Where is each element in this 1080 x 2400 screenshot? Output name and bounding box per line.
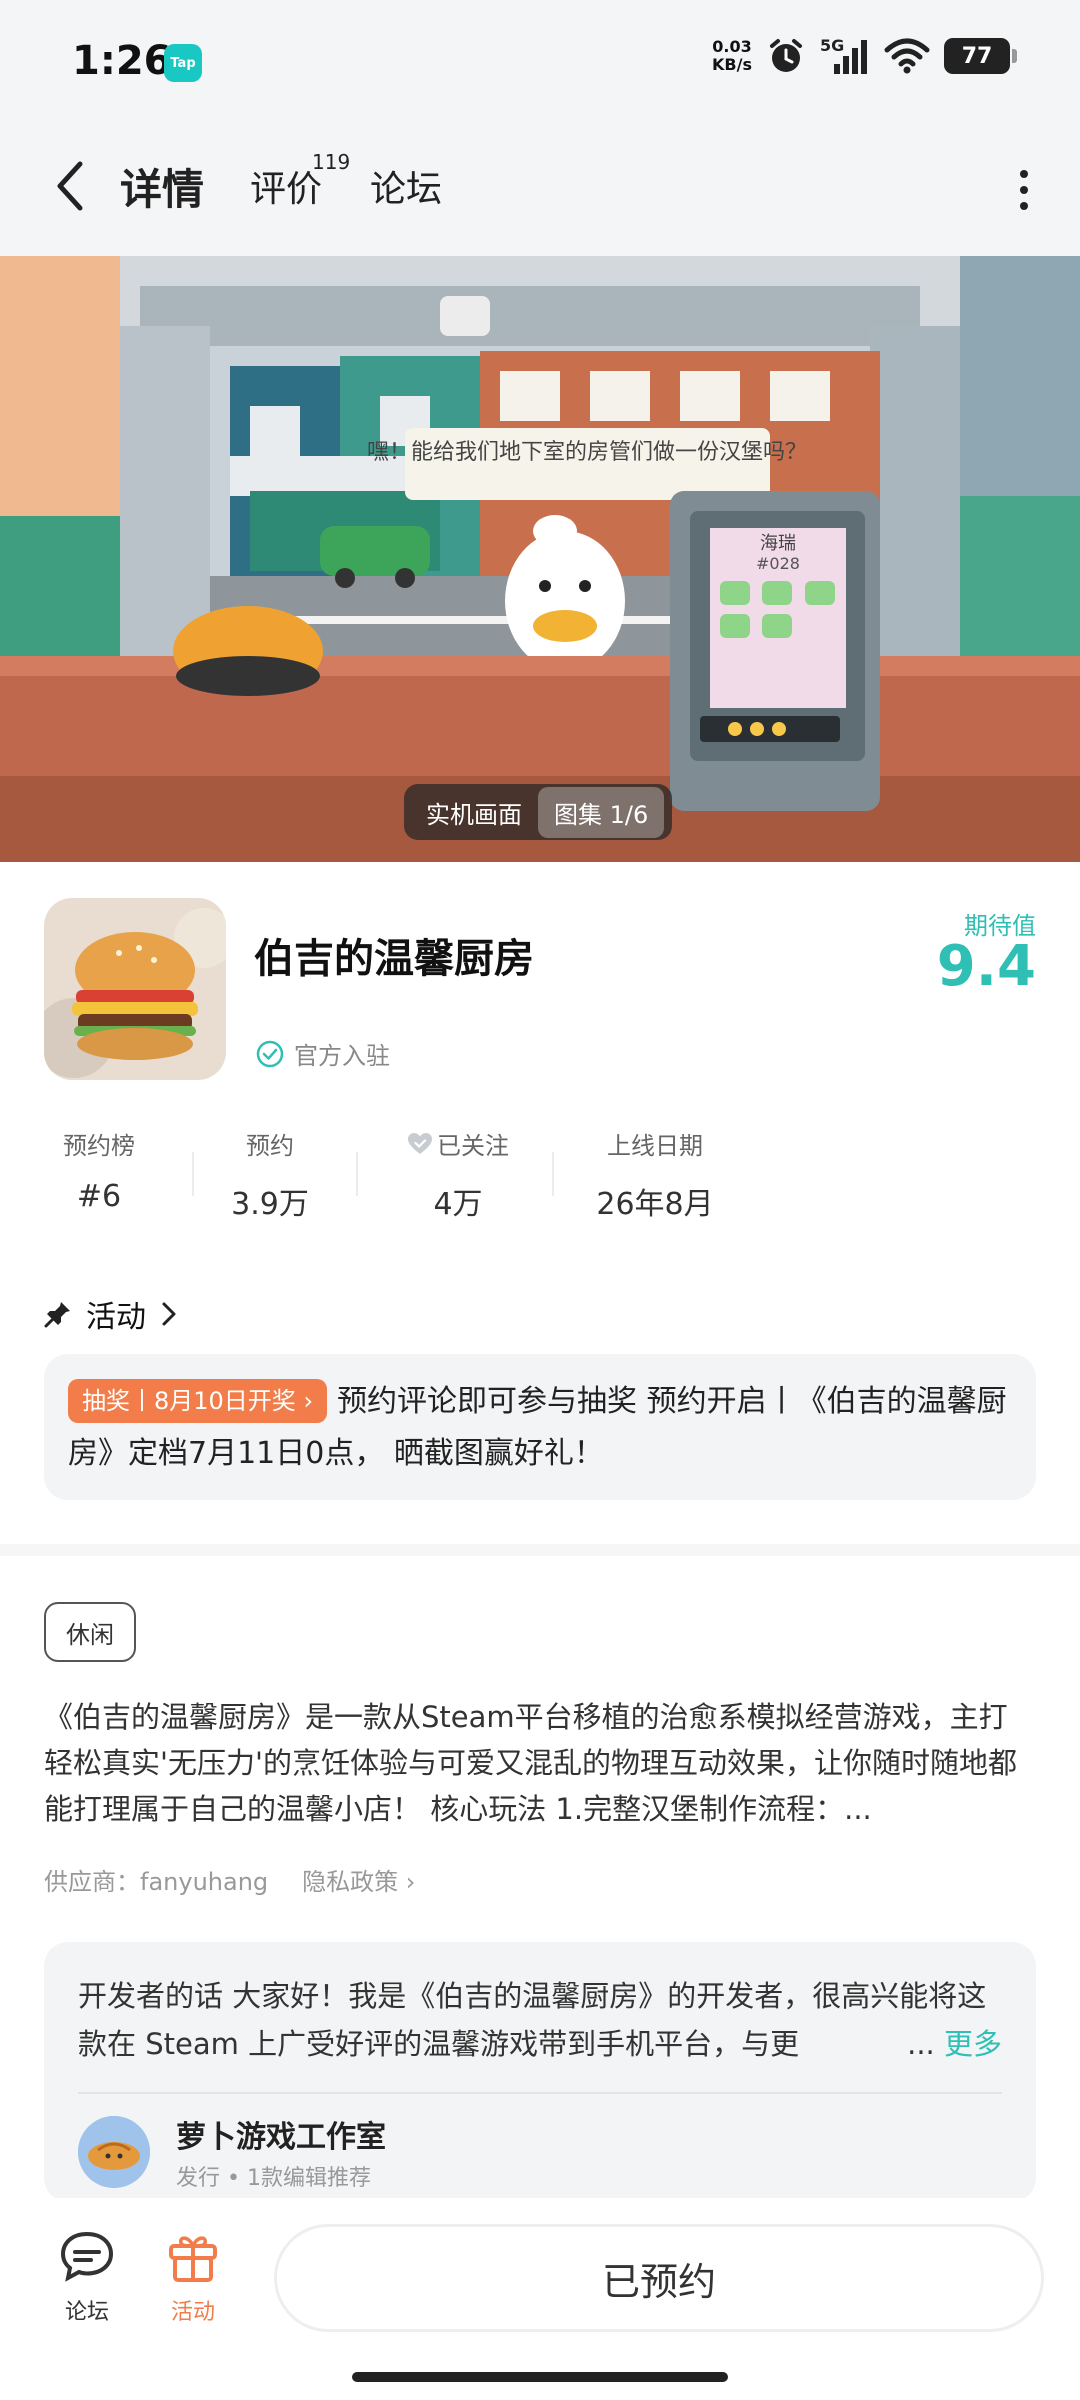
more-dot-icon (1020, 202, 1028, 210)
studio-avatar[interactable] (78, 2116, 150, 2188)
privacy-policy-label: 隐私政策 (302, 1868, 399, 1896)
stat-ranking-key: 预约榜 (63, 1132, 135, 1160)
official-badge: 官方入驻 (256, 1036, 390, 1071)
stat-reservations: 预约 3.9万 (220, 1126, 320, 1223)
bottom-forum-button[interactable]: 论坛 (42, 2228, 132, 2326)
tab-reviews-label: 评价 (250, 169, 323, 210)
lottery-tag-label: 抽奖丨8月10日开奖 (82, 1387, 296, 1415)
wifi-icon (884, 38, 930, 74)
genre-tag[interactable]: 休闲 (44, 1602, 136, 1662)
privacy-policy-link[interactable]: 隐私政策 › (302, 1862, 415, 1897)
game-description[interactable]: 《伯吉的温馨厨房》是一款从Steam平台移植的治愈系模拟经营游戏，主打轻松真实'… (44, 1694, 1036, 1832)
game-app-icon (44, 898, 226, 1080)
developer-more[interactable]: ... 更多 (901, 2020, 1002, 2068)
developer-words-text: 开发者的话 大家好！我是《伯吉的温馨厨房》的开发者，很高兴能将这款在 Steam… (78, 1979, 987, 2061)
home-indicator[interactable] (352, 2372, 728, 2382)
net-speed-value: 0.03 (712, 37, 752, 56)
stat-followers-label: 已关注 (437, 1132, 509, 1160)
verified-check-icon (256, 1040, 284, 1067)
net-speed-unit: KB/s (712, 55, 752, 74)
hero-screenshot[interactable]: 嘿！能给我们地下室的房管们做一份汉堡吗？ 海瑞 #028 实机画面 图集 1/6 (0, 256, 1080, 862)
ellipsis: ... (907, 2027, 935, 2061)
stat-followers-value: 4万 (433, 1187, 483, 1222)
bottom-action-bar: 论坛 活动 已预约 (0, 2198, 1080, 2400)
chevron-right-icon (162, 1302, 176, 1326)
activity-header[interactable]: 活动 (44, 1292, 178, 1336)
tab-details-label: 详情 (120, 165, 205, 214)
stat-ranking-value: #6 (76, 1179, 122, 1214)
chevron-right-icon: › (303, 1387, 314, 1415)
croissant-icon (78, 2116, 150, 2188)
activity-header-label: 活动 (86, 1300, 146, 1335)
activity-card[interactable]: 抽奖丨8月10日开奖 › 预约评论即可参与抽奖 预约开启丨《伯吉的温馨厨房》定档7… (44, 1354, 1036, 1500)
more-link[interactable]: 更多 (944, 2027, 1002, 2061)
studio-subtitle: 发行 • 1款编辑推荐 (176, 2166, 371, 2191)
speech-bubble-text: 嘿！能给我们地下室的房管们做一份汉堡吗？ (367, 440, 807, 465)
stat-release-key: 上线日期 (607, 1132, 703, 1160)
alarm-icon (770, 39, 802, 72)
stat-followers-key: 已关注 (398, 1126, 518, 1161)
divider (192, 1152, 194, 1196)
status-bar: 1:26 Tap 0.03 KB/s 5G 77 (0, 0, 1080, 120)
expectation-score: 9.4 (936, 934, 1036, 999)
divider (552, 1152, 554, 1196)
lottery-tag[interactable]: 抽奖丨8月10日开奖 › (68, 1379, 328, 1423)
forum-label: 论坛 (64, 2300, 109, 2325)
screen-title: 海瑞 (760, 533, 796, 554)
divider (356, 1152, 358, 1196)
live-footage-label[interactable]: 实机画面 (426, 795, 522, 830)
tab-details[interactable]: 详情 (116, 156, 209, 219)
cellular-signal-icon: 5G (820, 36, 870, 76)
stat-reservations-key: 预约 (246, 1132, 294, 1160)
game-title: 伯吉的温馨厨房 (254, 936, 534, 982)
supplier-row: 供应商：fanyuhang 隐私政策 › (44, 1862, 415, 1897)
game-screenshot-illustration: 嘿！能给我们地下室的房管们做一份汉堡吗？ 海瑞 #028 (0, 256, 1080, 862)
more-options-button[interactable] (994, 160, 1054, 220)
more-dot-icon (1020, 186, 1028, 194)
chevron-left-icon (57, 161, 83, 211)
pin-icon (44, 1302, 70, 1328)
stat-ranking[interactable]: 预约榜 #6 (44, 1126, 154, 1214)
studio-row[interactable]: 萝卜游戏工作室 发行 • 1款编辑推荐 (78, 2112, 1002, 2192)
stat-reservations-value: 3.9万 (231, 1187, 309, 1222)
tab-forum-label: 论坛 (370, 169, 443, 210)
developer-card[interactable]: 开发者的话 大家好！我是《伯吉的温馨厨房》的开发者，很高兴能将这款在 Steam… (44, 1942, 1036, 2202)
stat-release-date: 上线日期 26年8月 (590, 1126, 720, 1223)
burger-icon (44, 898, 226, 1080)
forum-chat-icon (60, 2231, 114, 2282)
battery-indicator: 77 (944, 38, 1017, 74)
game-stats: 预约榜 #6 预约 3.9万 已关注 4万 上线日期 26年8月 (44, 1126, 744, 1226)
status-indicators: 0.03 KB/s 5G 77 (712, 36, 1017, 76)
more-dot-icon (1020, 170, 1028, 178)
activity-label: 活动 (170, 2300, 215, 2325)
stat-followers[interactable]: 已关注 4万 (398, 1126, 518, 1223)
section-separator (0, 1544, 1080, 1556)
gallery-counter[interactable]: 图集 1/6 (538, 786, 665, 838)
supplier-text: 供应商：fanyuhang (44, 1868, 269, 1896)
bottom-activity-button[interactable]: 活动 (148, 2228, 238, 2326)
reserved-button[interactable]: 已预约 (274, 2224, 1044, 2332)
tab-forum[interactable]: 论坛 (370, 160, 442, 212)
top-nav-bar: 详情 评价 119 论坛 (0, 120, 1080, 256)
chevron-right-icon: › (405, 1868, 416, 1896)
divider (78, 2092, 1002, 2094)
official-label: 官方入驻 (294, 1042, 390, 1070)
back-button[interactable] (40, 156, 100, 216)
stat-release-value: 26年8月 (596, 1187, 714, 1222)
developer-words: 开发者的话 大家好！我是《伯吉的温馨厨房》的开发者，很高兴能将这款在 Steam… (78, 1972, 1002, 2068)
net-speed: 0.03 KB/s (712, 38, 752, 74)
heart-check-icon (408, 1132, 432, 1154)
status-time: 1:26 (72, 38, 172, 84)
tap-app-badge: Tap (164, 44, 202, 82)
studio-name[interactable]: 萝卜游戏工作室 (176, 2112, 386, 2156)
studio-info: 萝卜游戏工作室 发行 • 1款编辑推荐 (176, 2112, 386, 2192)
hero-media-chip[interactable]: 实机画面 图集 1/6 (404, 784, 673, 840)
screen-code: #028 (756, 554, 800, 573)
gift-icon (169, 2236, 217, 2282)
reviews-count-badge: 119 (312, 150, 351, 174)
